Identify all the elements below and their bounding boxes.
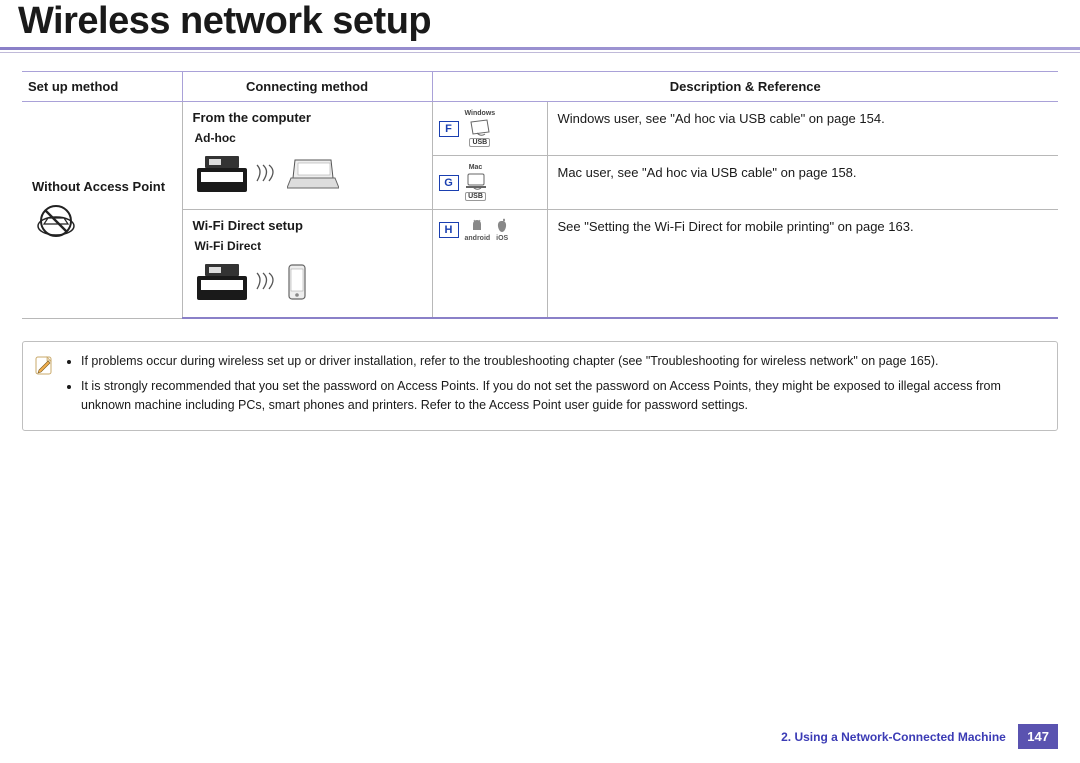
- cell-desc-f: Windows user, see "Ad hoc via USB cable"…: [547, 102, 1058, 156]
- smartphone-icon: [287, 263, 307, 301]
- setup-table: Set up method Connecting method Descript…: [22, 71, 1058, 319]
- wireless-waves-icon: [255, 271, 283, 293]
- windows-icon: Windows USB: [465, 110, 496, 147]
- wifi-direct-title: Wi-Fi Direct setup: [193, 218, 422, 233]
- th-setup-method: Set up method: [22, 72, 182, 102]
- badge-letter-g: G: [439, 175, 459, 191]
- page-content: Set up method Connecting method Descript…: [0, 65, 1080, 431]
- note-item: It is strongly recommended that you set …: [81, 377, 1043, 415]
- cell-wifi-direct: Wi-Fi Direct setup Wi-Fi Direct: [182, 210, 432, 319]
- from-computer-title: From the computer: [193, 110, 422, 125]
- cell-badge-h: H android: [432, 210, 547, 319]
- note-list: If problems occur during wireless set up…: [65, 352, 1043, 420]
- laptop-icon: [287, 156, 339, 192]
- footer-page-number: 147: [1018, 724, 1058, 749]
- footer-chapter: 2. Using a Network-Connected Machine: [781, 730, 1006, 744]
- table-row: Without Access Point From the computer A…: [22, 102, 1058, 156]
- mac-icon: Mac USB: [465, 164, 487, 201]
- badge-letter-h: H: [439, 222, 459, 238]
- cell-desc-g: Mac user, see "Ad hoc via USB cable" on …: [547, 156, 1058, 210]
- printer-icon: [195, 260, 251, 304]
- android-icon: [469, 218, 485, 234]
- no-access-point-icon: [34, 204, 78, 241]
- adhoc-label: Ad-hoc: [195, 131, 422, 145]
- usb-label: USB: [465, 192, 486, 201]
- wifi-direct-label: Wi-Fi Direct: [195, 239, 422, 253]
- header-rule: [0, 47, 1080, 55]
- note-item: If problems occur during wireless set up…: [81, 352, 1043, 371]
- cell-badge-g: G Mac USB: [432, 156, 547, 210]
- apple-icon: [494, 218, 510, 234]
- usb-label: USB: [469, 138, 490, 147]
- adhoc-illustration: [193, 147, 422, 201]
- printer-icon: [195, 152, 251, 196]
- note-icon: [33, 354, 55, 376]
- cell-desc-h: See "Setting the Wi-Fi Direct for mobile…: [547, 210, 1058, 319]
- th-connecting-method: Connecting method: [182, 72, 432, 102]
- wifi-direct-illustration: [193, 255, 422, 309]
- setup-method-label: Without Access Point: [32, 179, 172, 194]
- cell-badge-f: F Windows USB: [432, 102, 547, 156]
- badge-letter-f: F: [439, 121, 459, 137]
- page-title: Wireless network setup: [18, 0, 1062, 43]
- wireless-waves-icon: [255, 163, 283, 185]
- page-footer: 2. Using a Network-Connected Machine 147: [0, 724, 1080, 749]
- cell-from-computer: From the computer Ad-hoc: [182, 102, 432, 210]
- cell-setup-method: Without Access Point: [22, 102, 182, 319]
- th-description: Description & Reference: [432, 72, 1058, 102]
- mobile-os-icons: android iOS: [465, 218, 511, 242]
- note-box: If problems occur during wireless set up…: [22, 341, 1058, 431]
- table-header-row: Set up method Connecting method Descript…: [22, 72, 1058, 102]
- page-header: Wireless network setup: [0, 0, 1080, 47]
